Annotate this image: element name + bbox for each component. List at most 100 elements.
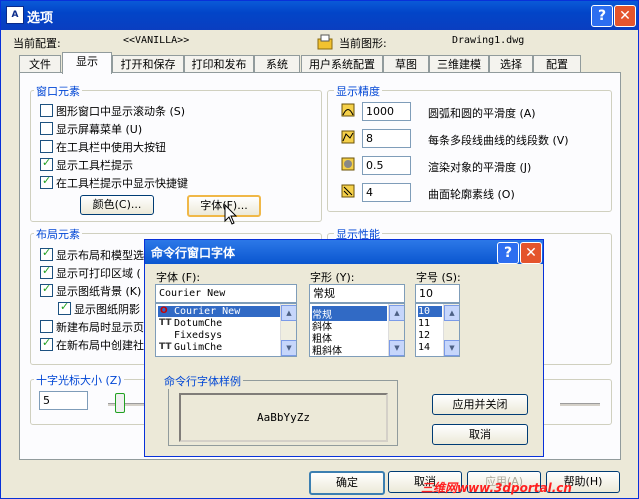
font-size-list[interactable]: 10 11 12 14 ▲ ▼	[415, 303, 460, 357]
mouse-cursor-icon	[224, 204, 238, 225]
tab-profiles[interactable]: 配置	[533, 55, 581, 73]
style-label: 字形 (Y):	[310, 271, 355, 284]
shortcut-keys-label: 在工具栏提示中显示快捷键	[56, 177, 188, 190]
polyline-segments-input[interactable]: 8	[362, 129, 411, 148]
close-title-button[interactable]: ✕	[614, 5, 636, 27]
help-title-button[interactable]: ?	[591, 5, 613, 27]
font-sample-title: 命令行字体样例	[162, 373, 243, 389]
tab-open-save[interactable]: 打开和保存	[112, 55, 184, 73]
watermark: 三维网www.3dportal.cn	[421, 481, 572, 495]
crosshair-size-label: 十字光标大小 (Z)	[34, 372, 124, 388]
font-style-input[interactable]: 常规	[309, 284, 405, 303]
shortcut-keys-checkbox[interactable]	[40, 174, 53, 189]
style-item-bold-italic[interactable]: 粗斜体	[312, 342, 342, 356]
ok-button[interactable]: 确定	[309, 471, 385, 495]
paper-shadow-checkbox[interactable]	[58, 300, 71, 315]
tab-plot-publish[interactable]: 打印和发布	[184, 55, 254, 73]
paper-background-checkbox[interactable]	[40, 282, 53, 297]
current-drawing-label: 当前图形:	[339, 37, 387, 50]
contour-lines-label: 曲面轮廓素线 (O)	[428, 188, 515, 201]
crosshair-slider-thumb[interactable]	[115, 393, 125, 413]
truetype-font-icon: TT	[159, 342, 172, 352]
large-buttons-label: 在工具栏中使用大按钮	[56, 141, 166, 154]
scrollbars-checkbox[interactable]	[40, 104, 53, 117]
dialog-title: 命令行窗口字体	[151, 246, 236, 260]
options-window: A 选项 ? ✕ 当前配置: <<VANILLA>> 当前图形: Drawing…	[0, 0, 639, 499]
command-line-font-dialog: 命令行窗口字体 ? ✕ 字体 (F): Courier New Courier …	[144, 239, 544, 457]
large-buttons-checkbox[interactable]	[40, 140, 53, 153]
tab-selection[interactable]: 选择	[489, 55, 533, 73]
contour-lines-icon	[341, 184, 355, 198]
screen-menu-checkbox[interactable]	[40, 122, 53, 135]
size-item-14[interactable]: 14	[418, 342, 430, 353]
font-label: 字体 (F):	[156, 271, 201, 284]
tooltips-checkbox[interactable]	[40, 156, 53, 171]
dialog-title-bar[interactable]: 命令行窗口字体 ? ✕	[145, 240, 543, 264]
printable-area-checkbox[interactable]	[40, 264, 53, 279]
size-item-11[interactable]: 11	[418, 318, 430, 329]
crosshair-slider-track	[108, 403, 148, 406]
font-item-fixedsys[interactable]: Fixedsys	[158, 330, 222, 341]
contour-lines-input[interactable]: 4	[362, 183, 411, 202]
size-label: 字号 (S):	[416, 271, 461, 284]
tab-files[interactable]: 文件	[19, 55, 61, 73]
crosshair-size-input[interactable]: 5	[39, 391, 88, 410]
scroll-down-icon[interactable]: ▼	[389, 340, 404, 356]
scroll-up-icon[interactable]: ▲	[281, 305, 296, 321]
crosshair-slider-track-end	[560, 403, 600, 406]
polyline-segments-label: 每条多段线曲线的线段数 (V)	[428, 134, 569, 147]
paper-shadow-label: 显示图纸阴影	[74, 303, 140, 316]
scroll-up-icon[interactable]: ▲	[444, 305, 459, 321]
current-config-value: <<VANILLA>>	[123, 35, 190, 46]
scroll-up-icon[interactable]: ▲	[389, 305, 404, 321]
current-drawing-value: Drawing1.dwg	[452, 35, 525, 46]
style-list-scrollbar[interactable]: ▲ ▼	[388, 304, 404, 356]
arc-smoothness-icon	[341, 103, 355, 117]
window-title: 选项	[27, 11, 54, 26]
display-resolution-title: 显示精度	[334, 83, 382, 99]
font-sample-group: AaBbYyZz	[168, 380, 398, 446]
printable-area-label: 显示可打印区域 (	[56, 267, 141, 280]
tooltips-label: 显示工具栏提示	[56, 159, 133, 172]
opentype-font-icon: O	[160, 306, 168, 316]
size-item-10[interactable]: 10	[418, 306, 442, 317]
page-setup-checkbox[interactable]	[40, 320, 53, 333]
current-config-label: 当前配置:	[13, 37, 61, 50]
window-elements-title: 窗口元素	[34, 83, 82, 99]
font-name-input[interactable]: Courier New	[155, 284, 297, 303]
screen-menu-label: 显示屏幕菜单 (U)	[56, 123, 143, 136]
font-list-scrollbar[interactable]: ▲ ▼	[280, 304, 296, 356]
create-viewport-checkbox[interactable]	[40, 336, 53, 351]
font-item-courier-new[interactable]: Courier New	[158, 306, 291, 317]
polyline-segments-icon	[341, 130, 355, 144]
font-style-list[interactable]: 常规 斜体 粗体 粗斜体 ▲ ▼	[309, 303, 405, 357]
arc-smoothness-input[interactable]: 1000	[362, 102, 411, 121]
tab-drafting[interactable]: 草图	[383, 55, 429, 73]
render-smoothness-input[interactable]: 0.5	[362, 156, 411, 175]
scroll-down-icon[interactable]: ▼	[281, 340, 296, 356]
font-list[interactable]: Courier New DotumChe Fixedsys GulimChe O…	[155, 303, 297, 357]
font-size-input[interactable]: 10	[415, 284, 460, 303]
layout-elements-title: 布局元素	[34, 226, 82, 242]
scroll-down-icon[interactable]: ▼	[444, 340, 459, 356]
autocad-app-icon: A	[6, 6, 24, 24]
paper-background-label: 显示图纸背景 (K)	[56, 285, 142, 298]
dialog-help-button[interactable]: ?	[497, 242, 519, 264]
tab-system[interactable]: 系统	[254, 55, 300, 73]
layout-model-tabs-checkbox[interactable]	[40, 246, 53, 261]
scrollbars-label: 图形窗口中显示滚动条 (S)	[56, 105, 186, 118]
size-item-12[interactable]: 12	[418, 330, 430, 341]
tab-display[interactable]: 显示	[62, 52, 112, 74]
colors-button[interactable]: 颜色(C)...	[80, 195, 154, 215]
create-viewport-label: 在新布局中创建社	[56, 339, 144, 352]
tab-user-preferences[interactable]: 用户系统配置	[301, 55, 383, 73]
page-setup-label: 新建布局时显示页	[56, 321, 144, 334]
size-list-scrollbar[interactable]: ▲ ▼	[443, 304, 459, 356]
dialog-close-button[interactable]: ✕	[520, 242, 542, 264]
dialog-cancel-button[interactable]: 取消	[432, 424, 528, 445]
arc-smoothness-label: 圆弧和圆的平滑度 (A)	[428, 107, 536, 120]
apply-close-button[interactable]: 应用并关闭	[432, 394, 528, 415]
truetype-font-icon: TT	[159, 318, 172, 328]
tab-3d-modeling[interactable]: 三维建模	[429, 55, 489, 73]
title-bar[interactable]: A 选项 ? ✕	[1, 1, 638, 30]
